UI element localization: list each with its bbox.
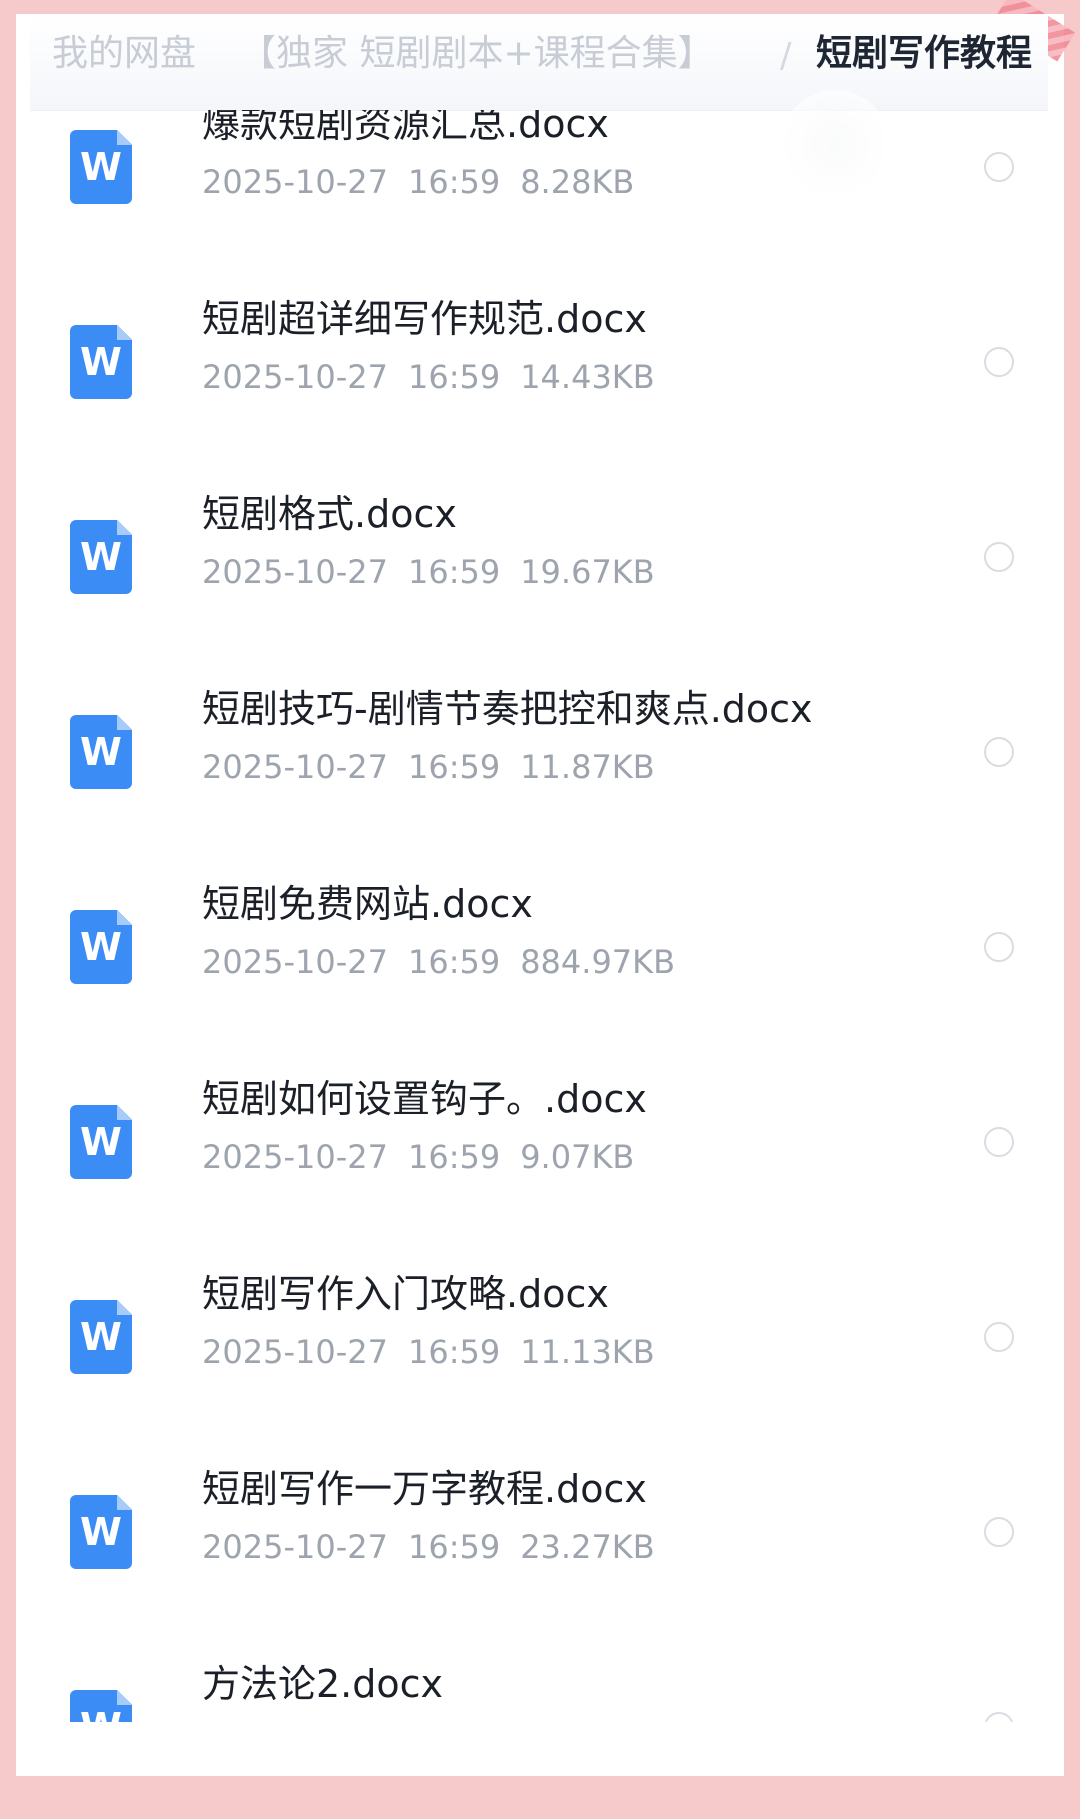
select-radio[interactable] [984,542,1014,572]
select-radio[interactable] [984,1127,1014,1157]
file-name: 短剧格式.docx [202,492,457,536]
file-time: 16:59 [407,1138,501,1176]
file-meta: 2025-10-27 16:59 19.67KB [202,552,655,592]
select-radio[interactable] [984,1517,1014,1547]
breadcrumb-root[interactable]: 我的网盘 [52,32,196,76]
file-name: 短剧如何设置钩子。.docx [202,1077,647,1121]
select-radio[interactable] [984,347,1014,377]
file-time: 16:59 [407,553,501,591]
file-size: 19.67KB [520,553,655,591]
select-radio[interactable] [984,1322,1014,1352]
select-radio[interactable] [984,1712,1014,1722]
file-date: 2025-10-27 [202,358,388,396]
file-size: 23.27KB [520,1528,655,1566]
breadcrumb: 我的网盘 【独家 短剧剧本+课程合集】 / 短剧写作教程 [30,14,1048,111]
select-radio[interactable] [984,737,1014,767]
file-size: 9.07KB [520,1138,635,1176]
file-date: 2025-10-27 [202,748,388,786]
file-date: 2025-10-27 [202,553,388,591]
file-meta: 2025-10-27 16:59 23.27KB [202,1527,655,1567]
file-name: 短剧超详细写作规范.docx [202,297,647,341]
file-row[interactable]: W 爆款短剧资源汇总.docx 2025-10-27 16:59 8.28KB [30,110,1048,305]
file-row[interactable]: W 短剧如何设置钩子。.docx 2025-10-27 16:59 9.07KB [30,1077,1048,1280]
file-list: W 爆款短剧资源汇总.docx 2025-10-27 16:59 8.28KB W … [30,110,1048,1722]
file-name: 短剧写作一万字教程.docx [202,1467,647,1511]
file-time: 16:59 [407,163,501,201]
word-doc-icon: W [70,130,132,204]
file-size: 8.28KB [520,163,635,201]
word-doc-icon: W [70,715,132,789]
file-row[interactable]: W 短剧免费网站.docx 2025-10-27 16:59 884.97KB [30,882,1048,1085]
file-meta: 2025-10-27 16:59 11.87KB [202,747,655,787]
file-meta: 2025-10-27 16:59 9.07KB [202,1137,634,1177]
file-date: 2025-10-27 [202,1528,388,1566]
file-size: 11.13KB [520,1333,655,1371]
select-radio[interactable] [984,152,1014,182]
file-name: 爆款短剧资源汇总.docx [202,110,609,146]
file-row[interactable]: W 短剧格式.docx 2025-10-27 16:59 19.67KB [30,492,1048,695]
word-doc-icon: W [70,1495,132,1569]
word-doc-icon: W [70,1690,132,1722]
file-name: 短剧免费网站.docx [202,882,533,926]
select-radio[interactable] [984,932,1014,962]
file-name: 方法论2.docx [202,1662,444,1706]
file-date: 2025-10-27 [202,1138,388,1176]
file-meta: 2025-10-27 16:59 14.43KB [202,357,655,397]
file-meta: 2025-10-27 16:59 11.13KB [202,1332,655,1372]
breadcrumb-parent-folder[interactable]: 【独家 短剧剧本+课程合集】 [240,32,714,76]
file-size: 14.43KB [520,358,655,396]
file-name: 短剧写作入门攻略.docx [202,1272,609,1316]
breadcrumb-separator: / [780,36,792,76]
file-time: 16:59 [407,943,501,981]
file-date: 2025-10-27 [202,163,388,201]
file-name: 短剧技巧-剧情节奏把控和爽点.docx [202,687,813,731]
file-time: 16:59 [407,1528,501,1566]
breadcrumb-current-folder: 短剧写作教程 [816,33,1033,74]
word-doc-icon: W [70,1300,132,1374]
file-row[interactable]: W 短剧写作一万字教程.docx 2025-10-27 16:59 23.27KB [30,1467,1048,1670]
file-time: 16:59 [407,358,501,396]
file-row[interactable]: W 短剧超详细写作规范.docx 2025-10-27 16:59 14.43KB [30,297,1048,500]
file-row[interactable]: W 短剧技巧-剧情节奏把控和爽点.docx 2025-10-27 16:59 11.… [30,687,1048,890]
word-doc-icon: W [70,1105,132,1179]
file-date: 2025-10-27 [202,1333,388,1371]
file-size: 11.87KB [520,748,655,786]
file-date: 2025-10-27 [202,943,388,981]
file-meta: 2025-10-27 16:59 884.97KB [202,942,675,982]
file-meta: 2025-10-27 16:59 8.28KB [202,162,634,202]
word-doc-icon: W [70,520,132,594]
file-time: 16:59 [407,748,501,786]
file-time: 16:59 [407,1333,501,1371]
file-row[interactable]: W 短剧写作入门攻略.docx 2025-10-27 16:59 11.13KB [30,1272,1048,1475]
file-size: 884.97KB [520,943,676,981]
file-row[interactable]: W 方法论2.docx [30,1662,1048,1722]
word-doc-icon: W [70,910,132,984]
word-doc-icon: W [70,325,132,399]
